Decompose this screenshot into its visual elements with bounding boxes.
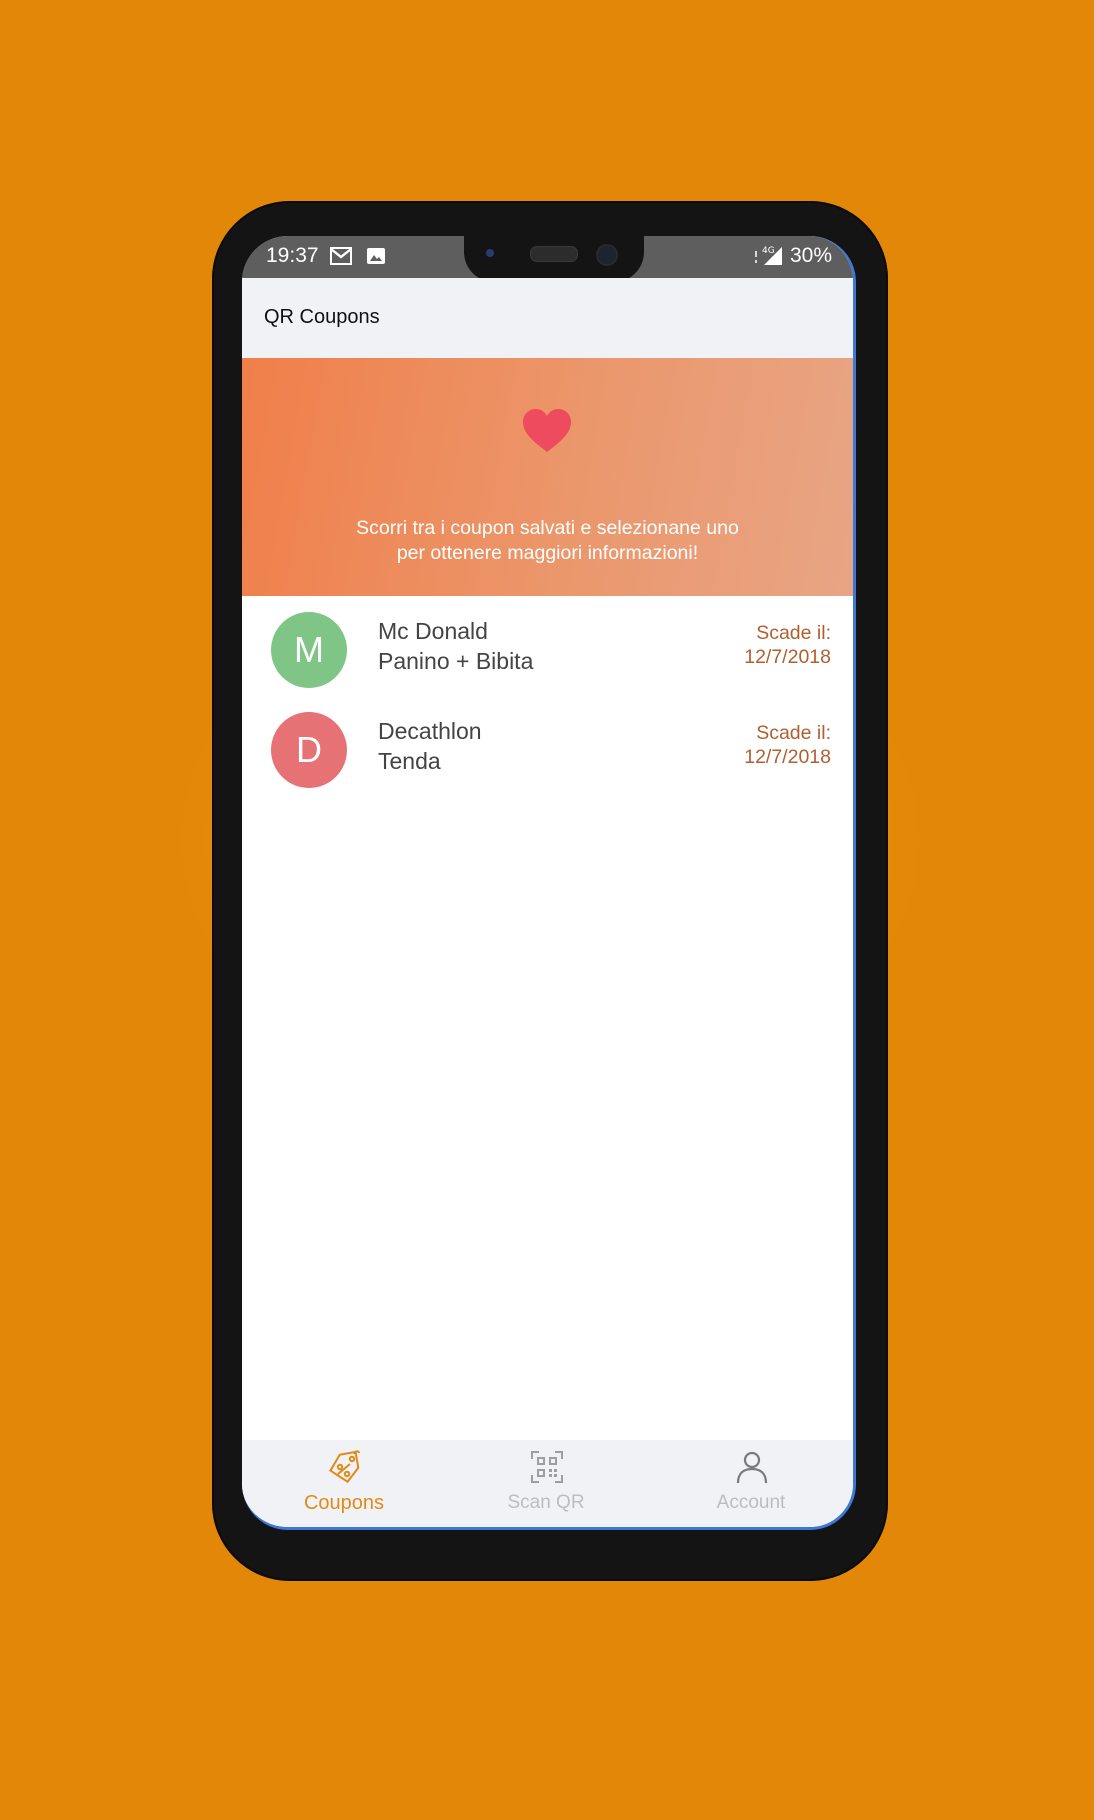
coupon-list: M Mc Donald Panino + Bibita Scade il: 12…: [242, 596, 853, 796]
qr-scan-icon: [531, 1451, 563, 1483]
coupon-tag-icon: [329, 1450, 360, 1484]
coupon-item-mc-donald[interactable]: M Mc Donald Panino + Bibita Scade il: 12…: [242, 596, 853, 696]
avatar: M: [271, 612, 347, 688]
info-banner: Scorri tra i coupon salvati e selezionan…: [242, 358, 853, 596]
nav-label-account: Account: [716, 1492, 786, 1513]
nav-tab-coupons[interactable]: Coupons: [244, 1440, 444, 1527]
signal-icon: 4G: [755, 246, 782, 265]
status-time: 19:37: [266, 244, 319, 267]
app-bar: QR Coupons: [242, 278, 853, 358]
coupon-offer: Panino + Bibita: [378, 648, 534, 674]
battery-percent: 30%: [790, 244, 833, 267]
avatar-initial: D: [296, 729, 322, 770]
app-title: QR Coupons: [264, 306, 380, 328]
person-icon: [736, 1451, 768, 1484]
camera-notch: [464, 236, 644, 282]
expiry-label: Scade il:: [756, 722, 831, 744]
banner-message-line1: Scorri tra i coupon salvati e selezionan…: [356, 517, 739, 539]
avatar: D: [271, 712, 347, 788]
coupon-brand: Mc Donald: [378, 618, 488, 644]
banner-message: Scorri tra i coupon salvati e selezionan…: [242, 516, 853, 566]
gallery-icon: [367, 248, 385, 264]
expiry-date: 12/7/2018: [744, 646, 831, 668]
nav-tab-scan-qr[interactable]: Scan QR: [446, 1440, 646, 1527]
expiry-date: 12/7/2018: [744, 746, 831, 768]
coupon-offer: Tenda: [378, 748, 441, 774]
heart-icon: [523, 409, 571, 452]
nav-tab-account[interactable]: Account: [651, 1440, 851, 1527]
bottom-navigation: Coupons Scan QR Account: [242, 1440, 853, 1527]
expiry-label: Scade il:: [756, 622, 831, 644]
front-camera: [596, 244, 618, 266]
status-bar: 19:37 4G 30%: [242, 236, 853, 282]
gmail-icon: [330, 247, 352, 265]
coupon-brand: Decathlon: [378, 718, 482, 744]
coupon-item-decathlon[interactable]: D Decathlon Tenda Scade il: 12/7/2018: [242, 696, 853, 796]
nav-label-scan-qr: Scan QR: [507, 1492, 585, 1513]
nav-label-coupons: Coupons: [303, 1492, 385, 1514]
network-type: 4G: [762, 246, 775, 256]
front-sensor: [486, 249, 494, 257]
phone-screen: 19:37 4G 30% QR Coupons Scorri tra i cou…: [242, 236, 856, 1530]
earpiece-speaker: [530, 246, 578, 262]
avatar-initial: M: [294, 629, 324, 670]
banner-message-line2: per ottenere maggiori informazioni!: [396, 542, 699, 564]
